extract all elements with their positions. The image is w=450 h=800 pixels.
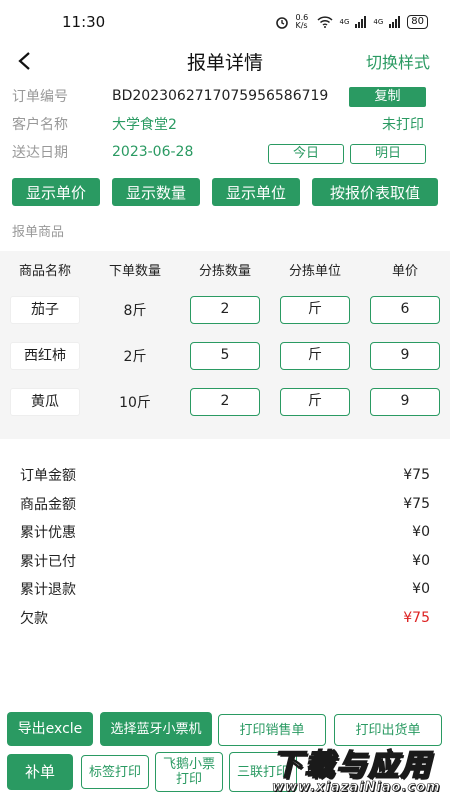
products-section-label: 报单商品 (12, 225, 65, 240)
products-table: 商品名称 下单数量 分拣数量 分拣单位 单价 茄子 8斤 2 斤 6 西红柿 2… (0, 251, 450, 439)
print-delivery-button[interactable]: 打印出货单 (334, 714, 442, 746)
price-input[interactable]: 6 (370, 296, 440, 324)
delivery-label: 送达日期 (12, 145, 68, 161)
export-excel-button[interactable]: 导出excle (7, 712, 93, 746)
sort-qty-input[interactable]: 2 (190, 296, 260, 324)
owed-value: ¥75 (403, 609, 430, 626)
back-button[interactable] (12, 44, 36, 78)
switch-style-button[interactable]: 切换样式 (366, 49, 430, 73)
owed-label: 欠款 (20, 610, 48, 627)
col-header-price: 单价 (391, 263, 418, 279)
refund-value: ¥0 (412, 581, 430, 598)
goods-amount-value: ¥75 (403, 495, 430, 512)
order-no-value: BD202306271707595658​6719 (112, 88, 329, 104)
paid-value: ¥0 (412, 552, 430, 569)
customer-row: 客户名称 大学食堂2 未打印 (12, 110, 438, 138)
network-speed: 0.6 K/s (295, 13, 309, 30)
table-header: 商品名称 下单数量 分拣数量 分拣单位 单价 (0, 251, 450, 287)
order-qty: 2斤 (123, 349, 147, 365)
show-qty-button[interactable]: 显示数量 (112, 178, 200, 206)
today-button[interactable]: 今日 (268, 144, 344, 164)
sort-qty-input[interactable]: 2 (190, 388, 260, 416)
battery-icon: 80 (407, 15, 428, 29)
refund-label: 累计退款 (20, 582, 76, 599)
sort-qty-input[interactable]: 5 (190, 342, 260, 370)
product-name: 茄子 (10, 296, 80, 324)
sort-unit-input[interactable]: 斤 (280, 388, 350, 416)
col-header-name: 商品名称 (18, 263, 71, 279)
summary-row-refund: 累计退款 ¥0 (20, 575, 430, 604)
tomorrow-button[interactable]: 明日 (350, 144, 426, 164)
summary: 订单金额 ¥75 商品金额 ¥75 累计优惠 ¥0 累计已付 ¥0 累计退款 ¥… (0, 461, 450, 632)
price-input[interactable]: 9 (370, 342, 440, 370)
customer-label: 客户名称 (12, 117, 68, 133)
order-qty: 8斤 (123, 303, 147, 319)
order-amount-label: 订单金额 (20, 468, 76, 485)
status-time: 11:30 (62, 13, 106, 31)
table-row: 黄瓜 10斤 2 斤 9 (0, 379, 450, 425)
label-print-button[interactable]: 标签打印 (81, 755, 149, 789)
col-header-sort-qty: 分拣数量 (198, 263, 251, 279)
status-icons: 0.6 K/s 4G 4G 80 (275, 14, 428, 30)
sort-unit-input[interactable]: 斤 (280, 342, 350, 370)
supplement-button[interactable]: 补单 (7, 754, 73, 790)
summary-row-goods-amount: 商品金额 ¥75 (20, 490, 430, 519)
by-price-table-button[interactable]: 按报价表取值 (312, 178, 438, 206)
product-name: 西红柿 (10, 342, 80, 370)
summary-row-order-amount: 订单金额 ¥75 (20, 461, 430, 490)
paid-label: 累计已付 (20, 553, 76, 570)
print-sales-button[interactable]: 打印销售单 (218, 714, 326, 746)
signal-label-1: 4G (339, 18, 350, 26)
show-price-button[interactable]: 显示单价 (12, 178, 100, 206)
col-header-sort-unit: 分拣单位 (288, 263, 341, 279)
header: 报单详情 切换样式 (0, 44, 450, 78)
table-row: 茄子 8斤 2 斤 6 (0, 287, 450, 333)
site-watermark: 下载与应用 www.xiazaiNiao.com (271, 740, 444, 798)
signal-label-2: 4G (373, 18, 384, 26)
discount-value: ¥0 (412, 524, 430, 541)
feie-print-button[interactable]: 飞鹅小票打印 (155, 752, 223, 792)
chevron-left-icon (18, 52, 30, 70)
display-actions: 显示单价 显示数量 显示单位 按报价表取值 (0, 178, 450, 206)
summary-row-discount: 累计优惠 ¥0 (20, 518, 430, 547)
goods-amount-label: 商品金额 (20, 496, 76, 513)
customer-value[interactable]: 大学食堂2 (112, 114, 177, 134)
alarm-icon (276, 17, 289, 29)
summary-row-owed: 欠款 ¥75 (20, 604, 430, 633)
col-header-order-qty: 下单数量 (108, 263, 161, 279)
order-amount-value: ¥75 (403, 467, 430, 484)
signal-icon-2 (389, 16, 401, 28)
price-input[interactable]: 9 (370, 388, 440, 416)
status-bar: 11:30 0.6 K/s 4G 4G 80 (0, 0, 450, 44)
signal-icon (355, 16, 367, 28)
order-no-row: 订单编号 BD202306271707595658​6719 复制 (12, 82, 438, 110)
watermark-main: 下载与应用 (271, 747, 432, 784)
order-no-label: 订单编号 (12, 89, 68, 105)
bottom-toolbar: 导出excle 选择蓝牙小票机 打印销售单 打印出货单 补单 标签打印 飞鹅小票… (0, 708, 450, 800)
order-info: 订单编号 BD202306271707595658​6719 复制 客户名称 大… (0, 82, 450, 166)
wifi-icon (317, 16, 334, 28)
copy-button[interactable]: 复制 (349, 87, 426, 107)
table-row: 西红柿 2斤 5 斤 9 (0, 333, 450, 379)
select-printer-button[interactable]: 选择蓝牙小票机 (100, 712, 212, 746)
triple-print-button[interactable]: 三联打印 (229, 752, 297, 792)
summary-row-paid: 累计已付 ¥0 (20, 547, 430, 576)
delivery-row: 送达日期 2023-06-28 今日 明日 (12, 138, 438, 166)
delivery-date[interactable]: 2023-06-28 (112, 144, 193, 160)
sort-unit-input[interactable]: 斤 (280, 296, 350, 324)
show-unit-button[interactable]: 显示单位 (212, 178, 300, 206)
product-name: 黄瓜 (10, 388, 80, 416)
order-qty: 10斤 (119, 395, 151, 411)
discount-label: 累计优惠 (20, 525, 76, 542)
watermark-sub: www.xiazaiNiao.com (272, 780, 441, 796)
print-status: 未打印 (382, 117, 424, 133)
